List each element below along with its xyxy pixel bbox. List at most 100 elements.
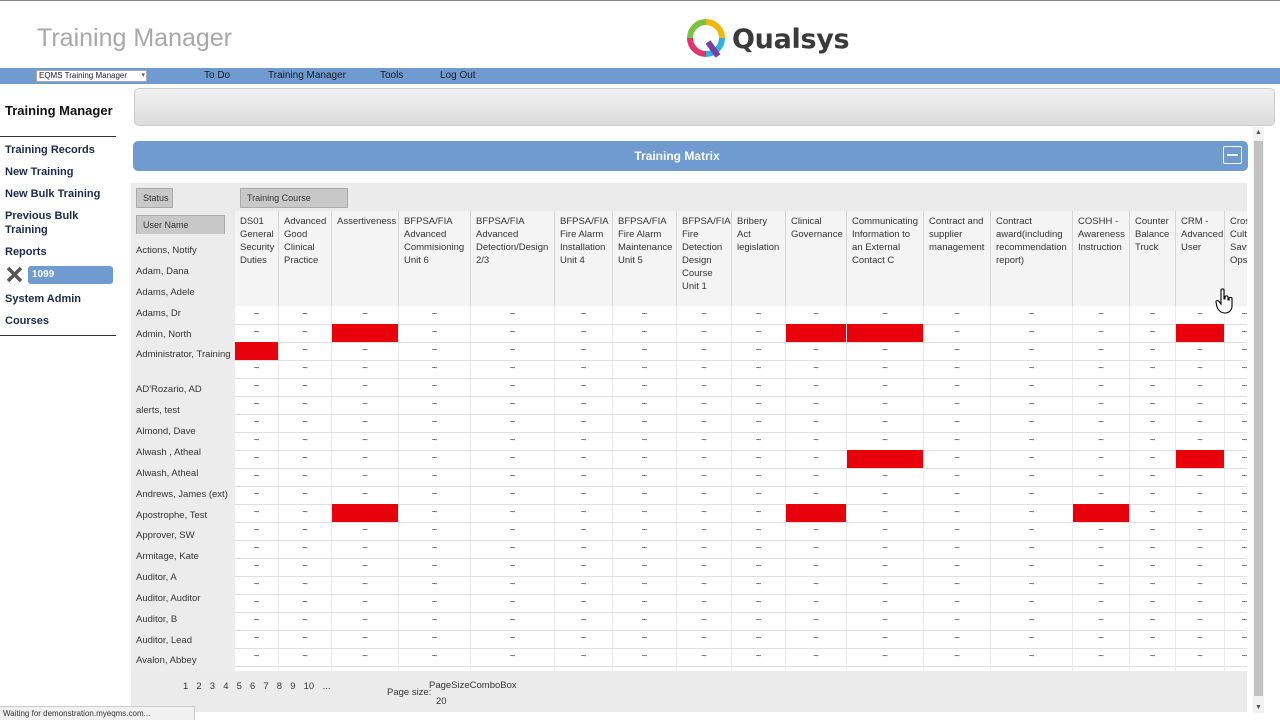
matrix-cell[interactable]: ~ [991,450,1072,468]
matrix-cell[interactable]: ~ [1130,414,1175,432]
matrix-cell[interactable]: ~ [786,414,846,432]
sidebar-item-courses[interactable]: Courses [5,314,49,328]
matrix-cell[interactable]: ~ [732,450,785,468]
matrix-cell[interactable]: ~ [332,630,398,648]
matrix-cell[interactable]: ~ [1176,612,1224,630]
page-link[interactable]: 2 [196,681,201,692]
matrix-cell[interactable]: ~ [613,648,676,666]
matrix-cell[interactable]: ~ [279,306,331,324]
column-header[interactable]: Contract award(including recommendation … [991,211,1073,306]
matrix-cell[interactable]: ~ [677,630,731,648]
matrix-cell[interactable]: ~ [677,432,731,450]
matrix-cell[interactable]: ~ [399,360,470,378]
column-header[interactable]: BFPSA/FIA Advanced Detection/Design 2/3 [471,211,555,306]
matrix-cell[interactable]: ~ [471,324,554,342]
matrix-cell[interactable]: ~ [1130,648,1175,666]
scroll-thumb[interactable] [1254,141,1263,696]
matrix-cell[interactable]: ~ [677,324,731,342]
matrix-cell[interactable]: ~ [924,576,990,594]
matrix-cell[interactable]: ~ [1073,306,1129,324]
matrix-cell[interactable]: ~ [732,576,785,594]
matrix-cell[interactable]: ~ [235,540,278,558]
matrix-cell[interactable]: ~ [555,540,612,558]
matrix-cell[interactable]: ~ [677,396,731,414]
matrix-cell[interactable]: ~ [613,432,676,450]
matrix-cell[interactable]: ~ [235,522,278,540]
matrix-cell[interactable]: ~ [732,396,785,414]
vertical-scrollbar[interactable]: ▲ ▼ [1253,127,1264,713]
matrix-cell[interactable]: ~ [235,630,278,648]
page-link[interactable]: 5 [237,681,242,692]
matrix-cell[interactable]: ~ [786,342,846,360]
matrix-cell[interactable]: ~ [399,504,470,522]
column-header[interactable]: COSHH - Awareness Instruction [1073,211,1130,306]
matrix-cell[interactable]: ~ [399,540,470,558]
matrix-cell[interactable]: ~ [613,594,676,612]
matrix-cell[interactable]: ~ [677,612,731,630]
matrix-cell[interactable]: ~ [786,306,846,324]
matrix-cell-overdue[interactable] [235,342,278,360]
matrix-cell[interactable]: ~ [613,360,676,378]
matrix-cell[interactable]: ~ [279,522,331,540]
matrix-cell-overdue[interactable] [1176,324,1224,342]
user-name-cell[interactable]: Armitage, Kate [136,550,231,563]
column-header[interactable]: Clinical Governance [786,211,847,306]
matrix-cell[interactable]: ~ [332,342,398,360]
user-name-cell[interactable]: Alwash , Atheal [136,446,231,459]
collapse-button[interactable] [1223,146,1242,164]
matrix-cell[interactable]: ~ [786,576,846,594]
matrix-cell[interactable]: ~ [279,594,331,612]
matrix-cell[interactable]: ~ [555,486,612,504]
status-group-button[interactable]: Status [136,188,173,208]
matrix-cell[interactable]: ~ [924,522,990,540]
user-name-cell[interactable]: Avalon, Abbey [136,654,231,667]
page-size-value[interactable]: 20 [436,696,447,707]
matrix-cell[interactable]: ~ [847,504,923,522]
matrix-cell[interactable]: ~ [991,522,1072,540]
matrix-cell[interactable]: ~ [332,306,398,324]
matrix-cell[interactable]: ~ [471,414,554,432]
matrix-cell[interactable]: ~ [1225,648,1247,666]
user-name-cell[interactable]: Auditor, Lead [136,634,231,647]
matrix-cell[interactable]: ~ [613,504,676,522]
matrix-cell[interactable]: ~ [1130,522,1175,540]
user-name-cell[interactable]: Adams, Adele [136,286,231,299]
matrix-cell[interactable]: ~ [279,342,331,360]
matrix-cell[interactable]: ~ [847,342,923,360]
matrix-cell[interactable]: ~ [555,360,612,378]
matrix-cell[interactable]: ~ [847,378,923,396]
matrix-cell[interactable]: ~ [235,576,278,594]
matrix-cell[interactable]: ~ [555,396,612,414]
matrix-cell[interactable]: ~ [399,522,470,540]
matrix-cell[interactable]: ~ [677,468,731,486]
matrix-cell[interactable]: ~ [1073,540,1129,558]
matrix-cell[interactable]: ~ [847,396,923,414]
matrix-cell[interactable]: ~ [613,306,676,324]
matrix-cell[interactable]: ~ [1225,414,1247,432]
matrix-cell[interactable]: ~ [613,576,676,594]
matrix-cell[interactable]: ~ [235,414,278,432]
matrix-cell[interactable]: ~ [732,342,785,360]
matrix-cell-overdue[interactable] [1073,504,1129,522]
matrix-cell[interactable]: ~ [991,630,1072,648]
matrix-cell[interactable]: ~ [1176,468,1224,486]
matrix-cell[interactable]: ~ [732,504,785,522]
matrix-cell[interactable]: ~ [1176,540,1224,558]
matrix-cell[interactable]: ~ [471,522,554,540]
matrix-cell[interactable]: ~ [555,648,612,666]
matrix-cell[interactable]: ~ [399,414,470,432]
matrix-cell[interactable]: ~ [1073,558,1129,576]
matrix-cell[interactable]: ~ [924,360,990,378]
user-name-cell[interactable]: Auditor, A [136,571,231,584]
matrix-cell[interactable]: ~ [1073,414,1129,432]
matrix-cell[interactable]: ~ [924,504,990,522]
matrix-cell[interactable]: ~ [332,360,398,378]
matrix-cell[interactable]: ~ [1130,306,1175,324]
matrix-cell[interactable]: ~ [613,450,676,468]
matrix-cell[interactable]: ~ [613,558,676,576]
matrix-cell-overdue[interactable] [847,324,923,342]
user-name-cell[interactable]: Andrews, James (ext) [136,488,231,501]
matrix-cell[interactable]: ~ [471,468,554,486]
matrix-cell[interactable]: ~ [613,414,676,432]
matrix-cell[interactable]: ~ [471,396,554,414]
